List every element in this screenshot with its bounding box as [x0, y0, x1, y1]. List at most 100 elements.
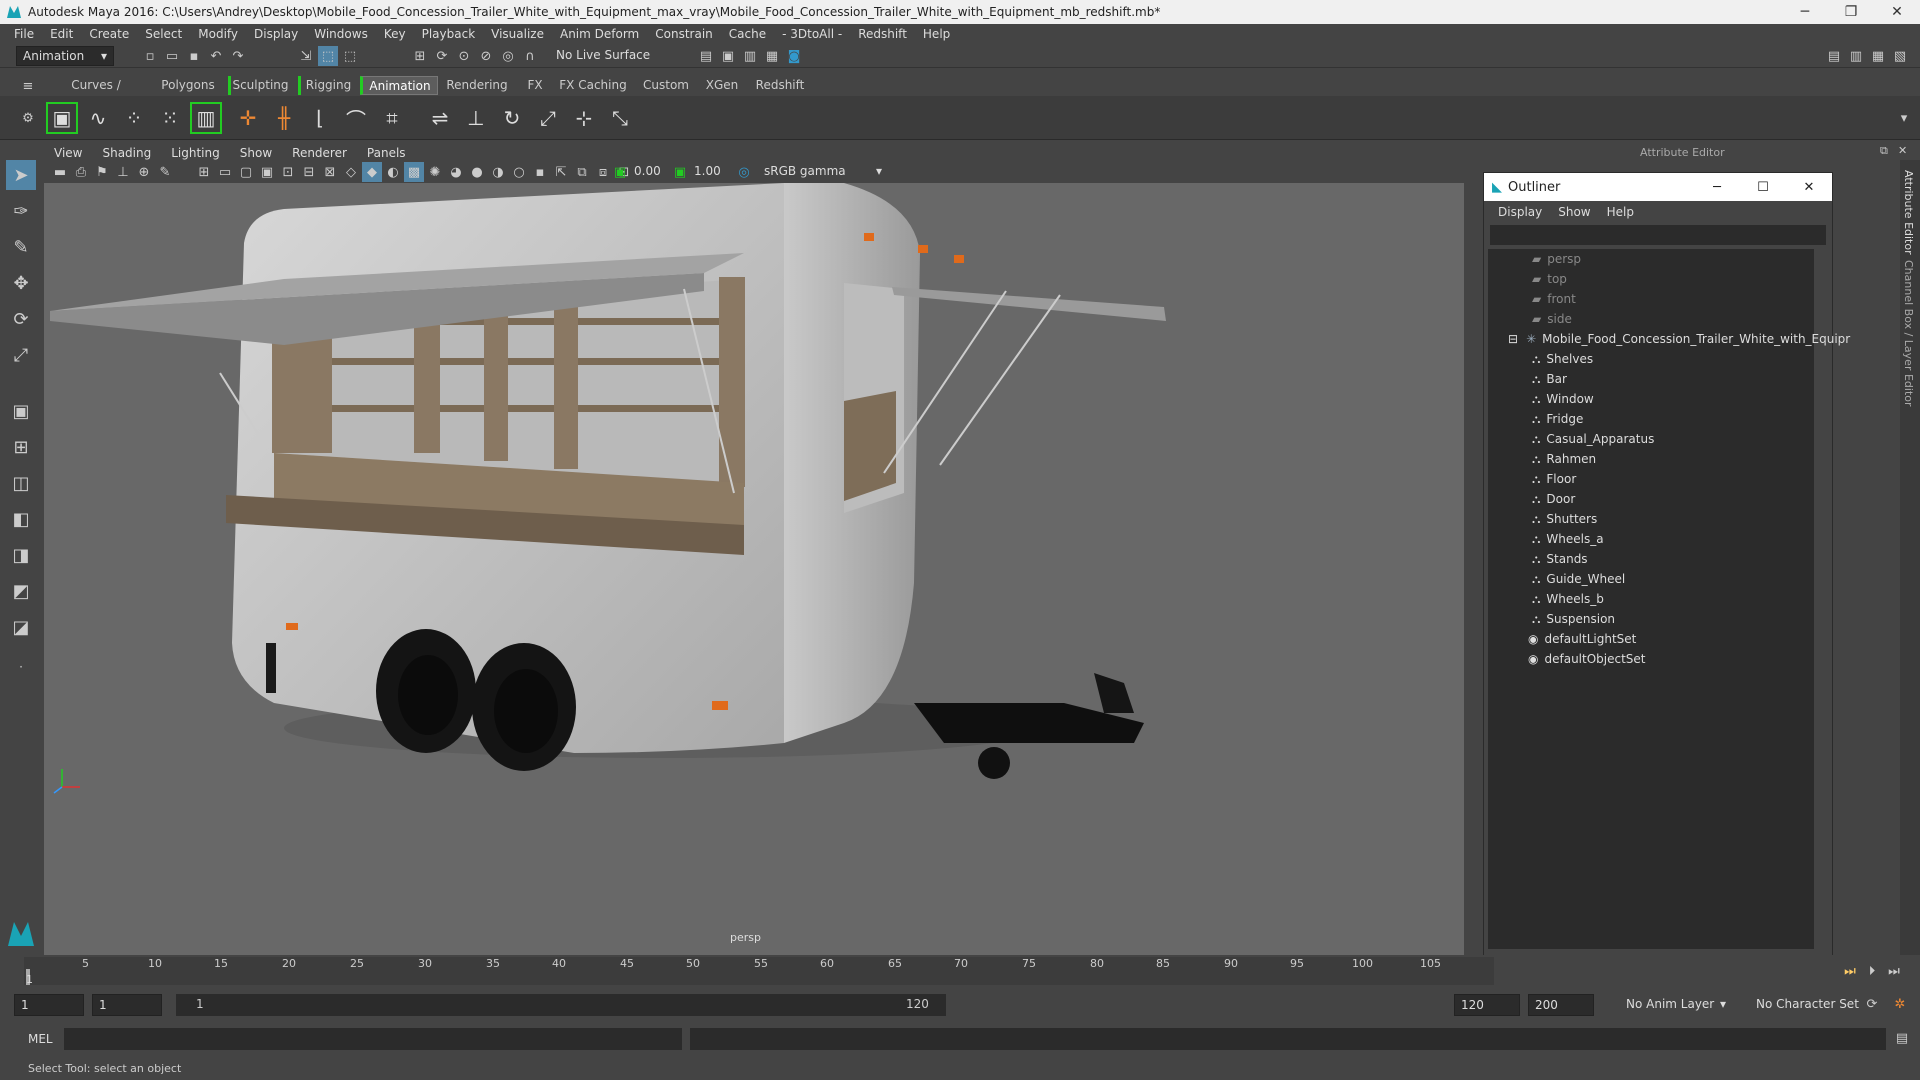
tree-item-child[interactable]: ⛬ Casual_Apparatus — [1532, 429, 1654, 449]
panel-menu-view[interactable]: View — [44, 146, 92, 160]
go-to-end-icon[interactable]: ⏭ — [1884, 961, 1904, 981]
command-input[interactable] — [64, 1028, 682, 1050]
snap-point-icon[interactable]: ⊙ — [454, 46, 474, 66]
tree-item-child[interactable]: ⛬ Wheels_a — [1532, 529, 1604, 549]
snap-view-icon[interactable]: ⊘ — [476, 46, 496, 66]
tab-redshift[interactable]: Redshift — [752, 76, 808, 95]
tab-xgen[interactable]: XGen — [700, 76, 744, 95]
single-perspective-layout-icon[interactable]: ▣ — [6, 396, 36, 426]
grease-pencil-icon[interactable]: ✎ — [155, 162, 175, 182]
menu-redshift[interactable]: Redshift — [850, 27, 915, 41]
tab-animation[interactable]: Animation — [360, 76, 438, 95]
tool-settings-icon[interactable]: ▦ — [1868, 46, 1888, 66]
menu-visualize[interactable]: Visualize — [483, 27, 552, 41]
menu-playback[interactable]: Playback — [414, 27, 484, 41]
tree-item-root[interactable]: ⊟ ✳ Mobile_Food_Concession_Trailer_White_w… — [1508, 329, 1850, 349]
attribute-editor-toggle-icon[interactable]: ▥ — [1846, 46, 1866, 66]
2d-pan-zoom-icon[interactable]: ⊕ — [134, 162, 154, 182]
auto-key-icon[interactable]: ⟳ — [1862, 994, 1882, 1014]
animation-prefs-icon[interactable]: ✲ — [1890, 994, 1910, 1014]
snap-magnet-icon[interactable]: ∩ — [520, 46, 540, 66]
outliner-search-field[interactable] — [1490, 225, 1826, 245]
tab-rigging[interactable]: Rigging — [298, 76, 356, 95]
resolution-gate-icon[interactable]: ▢ — [236, 162, 256, 182]
tree-item-child[interactable]: ⛬ Door — [1532, 489, 1575, 509]
panel-menu-shading[interactable]: Shading — [92, 146, 161, 160]
view-transform-dropdown[interactable]: sRGB gamma ▾ — [758, 162, 888, 180]
hypershade-layout-icon[interactable]: ◩ — [6, 576, 36, 606]
time-ruler[interactable]: 1 5 10 15 20 25 30 35 40 45 50 55 60 65 … — [24, 957, 1494, 986]
channel-box-side-tab[interactable]: Channel Box / Layer Editor — [1902, 260, 1915, 407]
two-pane-layout-icon[interactable]: ◫ — [6, 468, 36, 498]
float-panel-icon[interactable]: ⧉ — [1880, 144, 1888, 158]
use-all-lights-icon[interactable]: ✺ — [425, 162, 445, 182]
time-slider[interactable]: 1 5 10 15 20 25 30 35 40 45 50 55 60 65 … — [0, 955, 1920, 987]
tab-curves-surfaces[interactable]: Curves / Surfaces — [48, 76, 144, 111]
tree-item-child[interactable]: ⛬ Window — [1532, 389, 1594, 409]
parent-constraint-icon[interactable]: ⇌ — [424, 102, 456, 134]
character-set-dropdown[interactable]: No Character Set — [1750, 994, 1866, 1014]
playblast-icon[interactable]: ▣ — [46, 102, 78, 134]
restore-button[interactable]: ❐ — [1828, 0, 1874, 24]
ambient-occlusion-icon[interactable]: ● — [467, 162, 487, 182]
isolate-select-icon[interactable]: ⇱ — [551, 162, 571, 182]
shelf-options-icon[interactable]: ⚙ — [18, 108, 38, 128]
create-joint-icon[interactable]: ✛ — [232, 102, 264, 134]
tree-item-front[interactable]: ▰ front — [1532, 289, 1576, 309]
unghost-icon[interactable]: ⁙ — [154, 102, 186, 134]
ipr-render-icon[interactable]: ▥ — [740, 46, 760, 66]
maximize-button[interactable]: ☐ — [1740, 180, 1786, 195]
orient-constraint-icon[interactable]: ↻ — [496, 102, 528, 134]
tab-fx[interactable]: FX — [520, 76, 550, 95]
grid-icon[interactable]: ⊞ — [194, 162, 214, 182]
menu-cache[interactable]: Cache — [721, 27, 774, 41]
undo-icon[interactable]: ↶ — [206, 46, 226, 66]
menu-constrain[interactable]: Constrain — [647, 27, 721, 41]
tree-item-child[interactable]: ⛬ Guide_Wheel — [1532, 569, 1625, 589]
lasso-tool-icon[interactable]: ✑ — [6, 196, 36, 226]
snap-grid-icon[interactable]: ⊞ — [410, 46, 430, 66]
tree-item-child[interactable]: ⛬ Rahmen — [1532, 449, 1596, 469]
bind-skin-icon[interactable]: ⌊ — [304, 102, 336, 134]
end-time-field[interactable]: 200 — [1528, 994, 1594, 1016]
tree-item-child[interactable]: ⛬ Shelves — [1532, 349, 1593, 369]
color-management-icon[interactable]: ◎ — [734, 162, 754, 182]
panel-menu-panels[interactable]: Panels — [357, 146, 416, 160]
tree-item-child[interactable]: ⛬ Bar — [1532, 369, 1567, 389]
layout-options-icon[interactable]: · — [6, 652, 36, 682]
tree-item-side[interactable]: ▰ side — [1532, 309, 1572, 329]
snap-curve-icon[interactable]: ⟳ — [432, 46, 452, 66]
cluster-icon[interactable]: ⌗ — [376, 102, 408, 134]
aim-constraint-icon[interactable]: ⊹ — [568, 102, 600, 134]
tab-custom[interactable]: Custom — [638, 76, 694, 95]
step-back-key-icon[interactable]: ⏭ — [1840, 961, 1860, 981]
pole-vector-icon[interactable]: ⤡ — [604, 102, 636, 134]
scale-tool-icon[interactable]: ⤢ — [6, 340, 36, 370]
tree-item-child[interactable]: ⛬ Shutters — [1532, 509, 1597, 529]
tab-sculpting[interactable]: Sculpting — [228, 76, 290, 95]
menu-anim-deform[interactable]: Anim Deform — [552, 27, 647, 41]
image-plane-icon[interactable]: ⊥ — [113, 162, 133, 182]
close-button[interactable]: ✕ — [1874, 0, 1920, 24]
wireframe-icon[interactable]: ◇ — [341, 162, 361, 182]
exposure-icon[interactable]: ▣ — [610, 162, 630, 182]
minimize-button[interactable]: ─ — [1694, 180, 1740, 195]
textured-icon[interactable]: ▩ — [404, 162, 424, 182]
outliner-menu-display[interactable]: Display — [1490, 205, 1550, 219]
menu-file[interactable]: File — [6, 27, 42, 41]
tab-polygons[interactable]: Polygons — [158, 76, 218, 95]
paint-weights-icon[interactable]: ⌒ — [340, 102, 372, 134]
save-scene-icon[interactable]: ▪ — [184, 46, 204, 66]
film-gate-icon[interactable]: ▭ — [215, 162, 235, 182]
panel-menu-lighting[interactable]: Lighting — [161, 146, 230, 160]
panel-menu-show[interactable]: Show — [230, 146, 282, 160]
safe-action-icon[interactable]: ⊟ — [299, 162, 319, 182]
tree-item-set[interactable]: ◉ defaultObjectSet — [1528, 649, 1646, 669]
menu-help[interactable]: Help — [915, 27, 958, 41]
rotate-tool-icon[interactable]: ⟳ — [6, 304, 36, 334]
anim-layer-dropdown[interactable]: No Anim Layer ▾ — [1620, 994, 1732, 1014]
shelf-scroll-icon[interactable]: ▾ — [1894, 108, 1914, 128]
gate-mask-icon[interactable]: ▣ — [257, 162, 277, 182]
minimize-button[interactable]: ─ — [1782, 0, 1828, 24]
gamma-icon[interactable]: ▣ — [670, 162, 690, 182]
